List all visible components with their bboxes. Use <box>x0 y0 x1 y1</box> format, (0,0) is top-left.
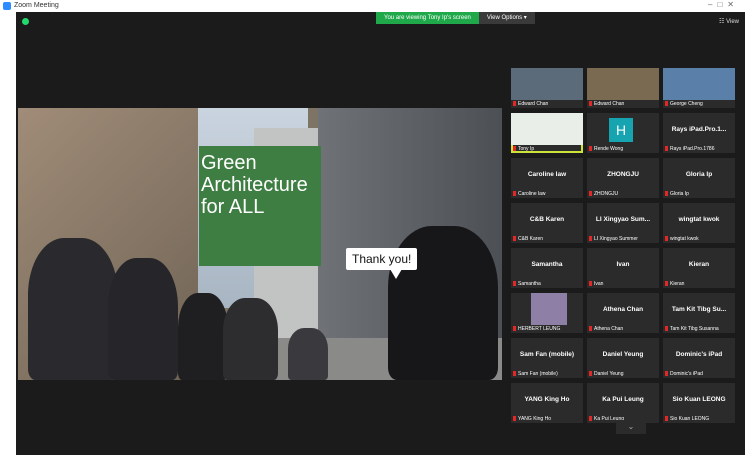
participant-tile[interactable]: C&B Karen C&B Karen <box>511 203 583 243</box>
window-controls[interactable]: –□✕ <box>708 0 739 12</box>
participant-label: Gloria Ip <box>665 191 689 197</box>
participant-tile[interactable]: Athena Chan Athena Chan <box>587 293 659 333</box>
participant-name: Sio Kuan LEONG <box>672 396 726 403</box>
participant-tile[interactable]: Gloria Ip Gloria Ip <box>663 158 735 198</box>
participant-label: George Cheng <box>665 101 703 107</box>
participant-name: Sam Fan (mobile) <box>519 351 575 358</box>
participant-label: ZHONGJU <box>589 191 618 197</box>
participant-tile[interactable]: Edward Chan <box>511 68 583 108</box>
zoom-icon <box>3 2 11 10</box>
participant-label: Dominic's iPad <box>665 371 703 377</box>
participant-label: Tam Kit Tibg Susanna <box>665 326 719 332</box>
participant-tile[interactable]: Samantha Samantha <box>511 248 583 288</box>
participant-name: Kieran <box>688 261 710 268</box>
participant-name: Daniel Yeung <box>602 351 644 358</box>
participant-tile[interactable]: Dominic's iPad Dominic's iPad <box>663 338 735 378</box>
student <box>288 328 328 380</box>
video-thumbnail <box>663 68 735 100</box>
participant-tile[interactable]: Kieran Kieran <box>663 248 735 288</box>
participant-tile[interactable]: Tony Ip <box>511 113 583 153</box>
participant-name: Dominic's iPad <box>675 351 723 358</box>
participant-name: Ivan <box>616 261 630 268</box>
participant-name: LI Xingyao Sum... <box>595 216 651 223</box>
video-thumbnail <box>531 293 567 325</box>
student <box>108 258 178 380</box>
participant-label: Sio Kuan LEONG <box>665 416 709 422</box>
participant-label: Tony Ip <box>513 146 534 152</box>
participant-label: YANG King Ho <box>513 416 551 422</box>
participant-tile[interactable]: Ivan Ivan <box>587 248 659 288</box>
participant-label: Rays iPad.Pro.1786 <box>665 146 714 152</box>
participant-label: Rende Wong <box>589 146 623 152</box>
participant-label: Edward Chan <box>513 101 548 107</box>
shield-icon[interactable] <box>22 18 29 25</box>
participant-label: Athena Chan <box>589 326 623 332</box>
student <box>178 293 228 380</box>
participant-tile[interactable]: HERBERT LEUNG <box>511 293 583 333</box>
slide-title: Green Architecture for ALL <box>199 146 321 266</box>
video-thumbnail <box>511 113 583 145</box>
participant-tile[interactable]: Sio Kuan LEONG Sio Kuan LEONG <box>663 383 735 423</box>
participant-tile[interactable]: wingtat kwok wingtat kwok <box>663 203 735 243</box>
meeting-window: You are viewing Tony Ip's screen View Op… <box>16 12 745 455</box>
shared-screen: Green Architecture for ALL Thank you! <box>18 108 502 380</box>
participant-label: HERBERT LEUNG <box>513 326 560 332</box>
participant-name: Samantha <box>531 261 563 268</box>
participant-tile[interactable]: Rays iPad.Pro.1... Rays iPad.Pro.1786 <box>663 113 735 153</box>
speech-bubble: Thank you! <box>346 248 418 279</box>
share-status: You are viewing Tony Ip's screen <box>376 12 479 24</box>
student <box>223 298 278 380</box>
participant-label: Sam Fan (mobile) <box>513 371 558 377</box>
participant-tile[interactable]: Sam Fan (mobile) Sam Fan (mobile) <box>511 338 583 378</box>
participant-name: ZHONGJU <box>607 171 639 178</box>
participant-name: Athena Chan <box>602 306 644 313</box>
view-button[interactable]: ☷ View <box>719 18 739 25</box>
participant-label: Daniel Yeung <box>589 371 623 377</box>
title-bar: Zoom Meeting –□✕ <box>0 0 745 12</box>
participant-name: Tam Kit Tibg Su... <box>671 306 727 313</box>
meeting-toolbar <box>16 449 745 455</box>
avatar: H <box>609 118 633 142</box>
participant-name: Ka Pui Leung <box>602 396 644 403</box>
participant-tile[interactable]: Ka Pui Leung Ka Pui Leung <box>587 383 659 423</box>
participant-name: C&B Karen <box>529 216 565 223</box>
share-banner: You are viewing Tony Ip's screen View Op… <box>376 12 535 24</box>
participant-label: Samantha <box>513 281 541 287</box>
participant-label: Caroline law <box>513 191 546 197</box>
participant-label: wingtat kwok <box>665 236 699 242</box>
video-thumbnail <box>587 68 659 100</box>
student <box>28 238 118 380</box>
participant-name: Rays iPad.Pro.1... <box>671 126 727 133</box>
video-thumbnail <box>511 68 583 100</box>
participant-label: Kieran <box>665 281 684 287</box>
participant-label: Edward Chan <box>589 101 624 107</box>
participant-label: LI Xingyao Summer <box>589 236 638 242</box>
participant-name: Caroline law <box>527 171 567 178</box>
chevron-down-icon[interactable]: ⌄ <box>616 420 646 434</box>
participant-name: YANG King Ho <box>524 396 570 403</box>
participant-name: wingtat kwok <box>678 216 720 223</box>
participant-tile[interactable]: Daniel Yeung Daniel Yeung <box>587 338 659 378</box>
participant-tile[interactable]: George Cheng <box>663 68 735 108</box>
participant-tile[interactable]: Tam Kit Tibg Su... Tam Kit Tibg Susanna <box>663 293 735 333</box>
participant-label: Ivan <box>589 281 603 287</box>
participant-tile[interactable]: YANG King Ho YANG King Ho <box>511 383 583 423</box>
participant-label: C&B Karen <box>513 236 543 242</box>
window-title: Zoom Meeting <box>14 2 59 9</box>
participant-name: Gloria Ip <box>685 171 713 178</box>
participant-tile[interactable]: ZHONGJU ZHONGJU <box>587 158 659 198</box>
participant-tile[interactable]: Caroline law Caroline law <box>511 158 583 198</box>
participant-tile[interactable]: H Rende Wong <box>587 113 659 153</box>
participant-tile[interactable]: LI Xingyao Sum... LI Xingyao Summer <box>587 203 659 243</box>
view-options-button[interactable]: View Options ▾ <box>478 12 535 24</box>
participant-tile[interactable]: Edward Chan <box>587 68 659 108</box>
